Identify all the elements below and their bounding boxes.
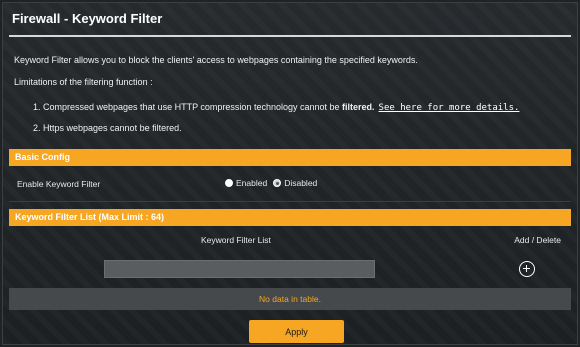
keyword-list-header: Keyword Filter List (Max Limit : 64): [9, 209, 571, 226]
radio-enabled[interactable]: Enabled: [225, 178, 267, 188]
apply-button[interactable]: Apply: [249, 320, 344, 343]
keyword-table-header: Keyword Filter List Add / Delete: [9, 226, 571, 252]
column-keyword-filter-list: Keyword Filter List: [201, 235, 271, 245]
limitation-item-1: 1. Compressed webpages that use HTTP com…: [33, 102, 519, 113]
limitations-title: Limitations of the filtering function :: [14, 77, 153, 87]
keyword-input[interactable]: [104, 260, 375, 278]
page-description: Keyword Filter allows you to block the c…: [14, 55, 418, 65]
radio-enabled-label: Enabled: [236, 178, 268, 188]
radio-unselected-icon[interactable]: [273, 179, 282, 187]
limitation-1-text: 1. Compressed webpages that use HTTP com…: [33, 102, 343, 112]
see-details-link[interactable]: See here for more details.: [379, 103, 520, 113]
limitation-item-2: 2. Https webpages cannot be filtered.: [33, 123, 182, 133]
radio-selected-icon[interactable]: [225, 179, 233, 187]
enable-keyword-filter-row: Enable Keyword Filter Enabled Disabled: [9, 168, 571, 202]
keyword-input-row: [9, 253, 571, 286]
enable-radio-group: Enabled Disabled: [225, 178, 323, 188]
empty-table-message: No data in table.: [9, 288, 571, 310]
radio-disabled[interactable]: Disabled: [273, 178, 317, 188]
keyword-filter-panel: Firewall - Keyword Filter Keyword Filter…: [2, 2, 578, 345]
page-title: Firewall - Keyword Filter: [12, 11, 163, 26]
column-add-delete: Add / Delete: [514, 235, 561, 245]
radio-disabled-label: Disabled: [284, 178, 318, 188]
basic-config-header: Basic Config: [9, 149, 571, 166]
limitation-1-strong: filtered.: [342, 102, 375, 112]
plus-circle-icon[interactable]: [519, 261, 535, 277]
title-divider: [9, 35, 571, 37]
enable-keyword-filter-label: Enable Keyword Filter: [17, 179, 101, 189]
